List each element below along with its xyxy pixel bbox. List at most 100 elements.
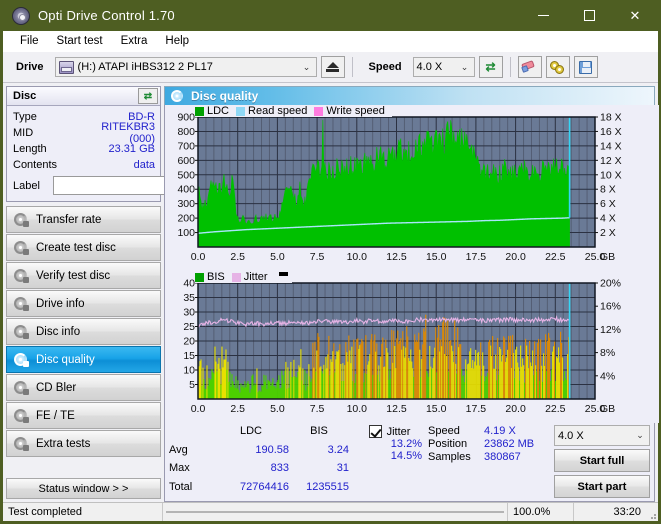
svg-text:22.5: 22.5 [545, 251, 566, 263]
svg-text:900: 900 [177, 112, 195, 124]
drive-label: Drive [16, 61, 44, 73]
menu-item-extra[interactable]: Extra [112, 33, 157, 49]
svg-text:16%: 16% [600, 301, 621, 313]
nav-list: Transfer rate Create test disc Verify te… [6, 206, 161, 457]
content-area: Disc quality LDC Read speed Write speed [163, 83, 659, 502]
sidebar-item-transfer-rate[interactable]: Transfer rate [6, 206, 161, 233]
page-title: Disc quality [191, 89, 259, 103]
disc-icon [13, 436, 29, 451]
svg-text:40: 40 [183, 278, 195, 290]
minimize-button[interactable] [520, 0, 566, 31]
menu-item-help[interactable]: Help [156, 33, 198, 49]
results-col-ldc: LDC [239, 425, 262, 437]
speed-stat-value: 4.19 X [484, 425, 516, 437]
sidebar-item-disc-info[interactable]: Disc info [6, 318, 161, 345]
sidebar-item-cd-bler[interactable]: CD Bler [6, 374, 161, 401]
legend-item-ldc: LDC [195, 105, 229, 117]
disc-icon [13, 240, 29, 255]
disc-panel: Disc ⇄ Type BD-R MID RITEKBR3 (000) Leng… [6, 86, 256, 202]
sidebar-item-label: Transfer rate [36, 213, 102, 226]
sidebar-item-label: Create test disc [36, 241, 116, 254]
test-speed-value: 4.0 X [558, 429, 584, 442]
results-col-bis: BIS [310, 425, 328, 437]
disc-icon [13, 268, 29, 283]
svg-text:300: 300 [177, 198, 195, 210]
disc-info-list: Type BD-R MID RITEKBR3 (000) Length 23.3… [7, 106, 256, 201]
save-button[interactable] [573, 56, 598, 78]
disc-label-row: Label [13, 174, 256, 197]
speed-label: Speed [368, 61, 402, 73]
svg-text:7.5: 7.5 [310, 251, 325, 263]
disc-row-key: Contents [13, 159, 58, 171]
sidebar-item-disc-quality[interactable]: Disc quality [6, 346, 161, 373]
menu-item-start-test[interactable]: Start test [48, 33, 112, 49]
sidebar-item-label: FE / TE [36, 409, 75, 422]
speed-stat-key: Speed [428, 425, 460, 437]
test-speed-select[interactable]: 4.0 X ⌄ [554, 425, 650, 446]
svg-text:0.0: 0.0 [191, 251, 206, 263]
svg-text:2.5: 2.5 [230, 251, 245, 263]
app-icon [12, 6, 30, 25]
menu-bar: File Start test Extra Help [3, 31, 658, 52]
content-header: Disc quality [164, 86, 655, 105]
disc-panel-header: Disc ⇄ [7, 87, 160, 106]
refresh-button[interactable]: ⇄ [478, 56, 503, 78]
disc-icon [13, 380, 29, 395]
svg-text:16 X: 16 X [600, 126, 622, 138]
copy-disc-button[interactable] [545, 56, 570, 78]
svg-text:25: 25 [183, 321, 195, 333]
disc-icon [13, 296, 29, 311]
sidebar-item-drive-info[interactable]: Drive info [6, 290, 161, 317]
sidebar-item-fe-te[interactable]: FE / TE [6, 402, 161, 429]
toolbar-divider-1 [351, 57, 353, 77]
jitter-checkbox[interactable] [368, 425, 382, 438]
menu-item-file[interactable]: File [11, 33, 48, 49]
sidebar-item-extra-tests[interactable]: Extra tests [6, 430, 161, 457]
disc-refresh-button[interactable]: ⇄ [138, 88, 158, 104]
results-row-total-bis: 1235515 [306, 480, 349, 493]
sidebar-item-label: Verify test disc [36, 269, 111, 282]
eject-button[interactable] [320, 56, 345, 78]
chevron-down-icon: ⌄ [302, 61, 311, 72]
results-table: LDC BIS Avg 190.58 3.24 Max 833 31 Total… [169, 425, 349, 498]
close-icon[interactable]: ✕ [612, 0, 658, 31]
svg-text:20%: 20% [600, 278, 621, 290]
ldc-chart: LDC Read speed Write speed 100 200 300 400 5… [165, 105, 659, 271]
position-stat-key: Position [428, 438, 468, 450]
disc-row-mid: MID RITEKBR3 (000) [13, 121, 155, 145]
disc-label-text: Label [13, 179, 40, 192]
svg-text:GB: GB [600, 403, 615, 415]
svg-text:18 X: 18 X [600, 112, 622, 124]
sidebar: Disc ⇄ Type BD-R MID RITEKBR3 (000) Leng… [3, 83, 256, 502]
sidebar-item-create-test-disc[interactable]: Create test disc [6, 234, 161, 261]
disc-row-key: MID [13, 127, 34, 139]
svg-text:100: 100 [177, 227, 195, 239]
jitter-toggle-row[interactable]: Jitter [355, 425, 424, 438]
svg-text:GB: GB [600, 251, 615, 263]
start-full-button[interactable]: Start full [554, 449, 650, 472]
toolbar-divider-2 [509, 57, 511, 77]
sidebar-item-label: CD Bler [36, 381, 77, 394]
resize-grip[interactable] [646, 503, 658, 521]
jitter-label: Jitter [386, 425, 411, 438]
status-window-button[interactable]: Status window > > [6, 478, 161, 499]
svg-text:4 X: 4 X [600, 213, 616, 225]
erase-button[interactable] [517, 56, 542, 78]
start-part-button[interactable]: Start part [554, 475, 650, 498]
svg-text:12.5: 12.5 [386, 403, 407, 415]
disc-row-contents: Contents data [13, 157, 155, 173]
speed-select[interactable]: 4.0 X ⌄ [412, 57, 475, 77]
position-stat-value: 23862 MB [484, 438, 535, 450]
sidebar-item-verify-test-disc[interactable]: Verify test disc [6, 262, 161, 289]
chevron-down-icon: ⌄ [636, 430, 644, 440]
svg-text:20: 20 [183, 336, 195, 348]
svg-text:500: 500 [177, 169, 195, 181]
speed-stats: Speed 4.19 X Position 23862 MB Samples 3… [428, 425, 554, 498]
svg-text:700: 700 [177, 140, 195, 152]
drive-select[interactable]: (H:) ATAPI iHBS312 2 PL17 ⌄ [54, 57, 317, 77]
maximize-button[interactable] [566, 0, 612, 31]
two-discs-icon [550, 60, 565, 74]
jitter-block: Jitter 13.2% 14.5% [355, 425, 424, 498]
svg-text:15.0: 15.0 [426, 251, 447, 263]
legend-label: BIS [207, 271, 225, 283]
